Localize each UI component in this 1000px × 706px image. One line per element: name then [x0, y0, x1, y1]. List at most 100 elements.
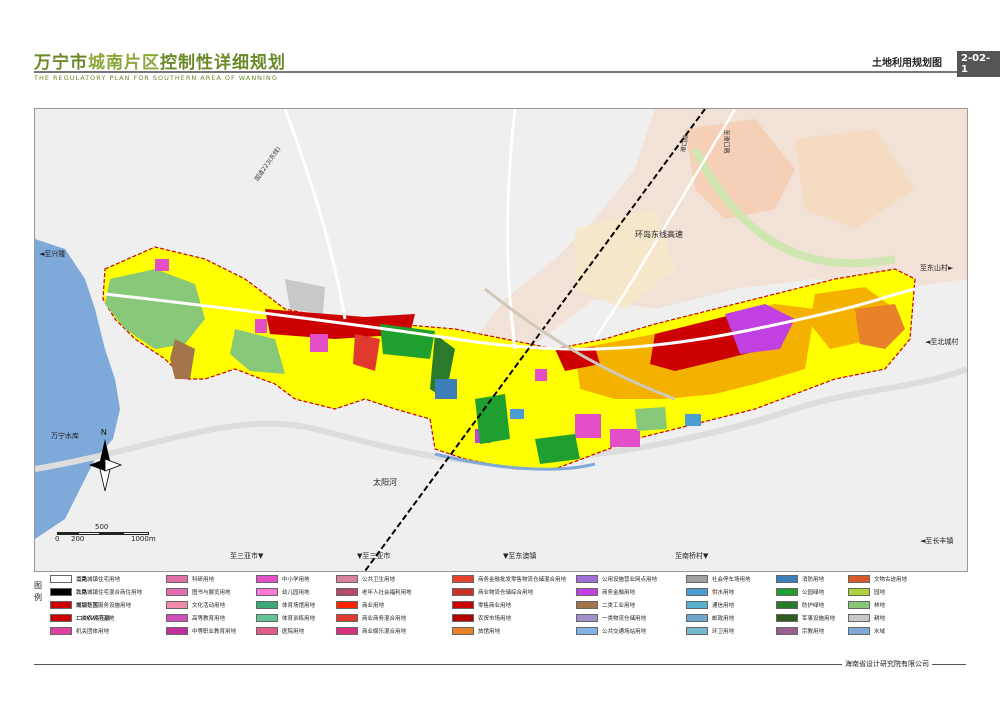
legend-text: 道路: [76, 577, 88, 583]
legend-item: 文物古迹用地: [848, 574, 907, 584]
legend-text: 文化活动用地: [192, 603, 226, 609]
legend-swatch: [452, 601, 474, 609]
map-canvas: [35, 109, 967, 571]
legend-text: 园地: [874, 590, 886, 596]
legend-swatch: [50, 575, 72, 583]
legend-swatch: [576, 588, 598, 596]
north-arrow: N: [85, 427, 125, 497]
legend-item: 规划范围: [50, 600, 98, 610]
legend-swatch: [256, 601, 278, 609]
legend-text: 科研用地: [192, 577, 215, 583]
label-to-beicheng: ◄至北城村: [925, 338, 959, 346]
legend-swatch: [452, 614, 474, 622]
legend-swatch: [166, 601, 188, 609]
legend-text: 商务金融批发零售物流仓储混合用地: [478, 577, 567, 583]
legend-text: 消防用地: [802, 577, 825, 583]
legend-swatch: [686, 614, 708, 622]
legend-text: 规划范围: [76, 603, 99, 609]
legend-text: 耕地: [874, 616, 886, 622]
legend-item: 商业娱乐混合用地: [336, 626, 406, 636]
legend-item: 二类工业用地: [576, 600, 635, 610]
legend-item: 体育场馆用地: [256, 600, 315, 610]
legend-text: 商业物流仓储综合用地: [478, 590, 534, 596]
label-reservoir: 万宁水库: [51, 432, 79, 440]
label-river: 太阳河: [373, 478, 397, 487]
legend-swatch: [776, 575, 798, 583]
footer-org: 海南省设计研究院有限公司: [842, 659, 932, 669]
legend-text: 中小学用地: [282, 577, 310, 583]
legend-item: 商务金融批发零售物流仓储混合用地: [452, 574, 566, 584]
legend-text: 邮政用地: [712, 616, 735, 622]
legend-text: 商务金融用地: [602, 590, 636, 596]
legend-text: 旅馆用地: [478, 629, 501, 635]
label-to-xinglong: ◄至兴隆: [39, 250, 66, 258]
legend-swatch: [848, 614, 870, 622]
legend-item: 铁路: [50, 587, 87, 597]
legend-text: 社会停车场用地: [712, 577, 751, 583]
legend-item: 商务金融用地: [576, 587, 635, 597]
legend-swatch: [576, 601, 598, 609]
legend-text: 图书与展览用地: [192, 590, 231, 596]
legend-swatch: [452, 575, 474, 583]
legend-swatch: [848, 627, 870, 635]
legend-swatch: [576, 575, 598, 583]
svg-text:N: N: [101, 428, 107, 437]
label-to-changfeng-2: ◄至长丰镇: [920, 537, 954, 545]
legend-text: 二类工业用地: [602, 603, 636, 609]
legend-item: 中小学用地: [256, 574, 310, 584]
legend-text: 中等职业教育用地: [192, 629, 237, 635]
label-to-dongshan: 至东山村►: [920, 264, 954, 272]
legend-item: 防护绿地: [776, 600, 824, 610]
legend-swatch: [776, 614, 798, 622]
legend-item: 老年人社会福利用地: [336, 587, 412, 597]
legend-text: 110KV高压线: [76, 616, 111, 622]
legend-text: 宗教用地: [802, 629, 825, 635]
legend-item: 社会停车场用地: [686, 574, 751, 584]
legend-swatch: [256, 627, 278, 635]
legend-item: 110KV高压线: [50, 613, 110, 623]
header-rule: [34, 71, 966, 73]
legend-text: 高等教育用地: [192, 616, 226, 622]
legend-swatch: [50, 614, 72, 622]
legend-swatch: [50, 601, 72, 609]
sheet-number: 2-02-1: [957, 51, 1000, 77]
legend-swatch: [576, 627, 598, 635]
legend-item: 体育训练用地: [256, 613, 315, 623]
legend-swatch: [848, 588, 870, 596]
legend-item: 通信用地: [686, 600, 734, 610]
legend-text: 体育场馆用地: [282, 603, 316, 609]
legend-swatch: [452, 627, 474, 635]
label-to-port-road: 至港口路: [722, 129, 730, 154]
scale-bar: 0 200 500 1000m: [55, 523, 156, 543]
legend-text: 环卫用地: [712, 629, 735, 635]
legend-item: 水域: [848, 626, 885, 636]
legend-item: 商业物流仓储综合用地: [452, 587, 533, 597]
legend-item: 医院用地: [256, 626, 304, 636]
legend-item: 林地: [848, 600, 885, 610]
legend-text: 零售商业用地: [478, 603, 512, 609]
legend-label: 图例: [34, 581, 42, 602]
land-use-map[interactable]: ◄至兴隆 至三亚市▼ ▼至三亚市 ▼至东澳镇 至南桥村▼ ◄至长丰镇 至东山村►…: [34, 108, 968, 572]
legend-text: 水域: [874, 629, 886, 635]
legend-item: 供水用地: [686, 587, 734, 597]
legend-item: 邮政用地: [686, 613, 734, 623]
label-to-sanya-1: 至三亚市▼: [230, 552, 264, 560]
legend-swatch: [166, 575, 188, 583]
legend-swatch: [452, 588, 474, 596]
legend-text: 通信用地: [712, 603, 735, 609]
legend-item: 环卫用地: [686, 626, 734, 636]
legend-item: 消防用地: [776, 574, 824, 584]
legend-item: 零售商业用地: [452, 600, 511, 610]
legend-text: 商业用地: [362, 603, 385, 609]
sheet-title: 万宁市城南片区控制性详细规划: [34, 53, 286, 73]
legend-text: 医院用地: [282, 629, 305, 635]
legend-swatch: [166, 627, 188, 635]
legend-swatch: [256, 575, 278, 583]
legend-text: 供水用地: [712, 590, 735, 596]
legend-swatch: [336, 588, 358, 596]
legend-item: 幼儿园用地: [256, 587, 310, 597]
legend-item: 耕地: [848, 613, 885, 623]
legend-text: 体育训练用地: [282, 616, 316, 622]
legend-text: 公用设施营业网点用地: [602, 577, 658, 583]
legend-swatch: [776, 601, 798, 609]
